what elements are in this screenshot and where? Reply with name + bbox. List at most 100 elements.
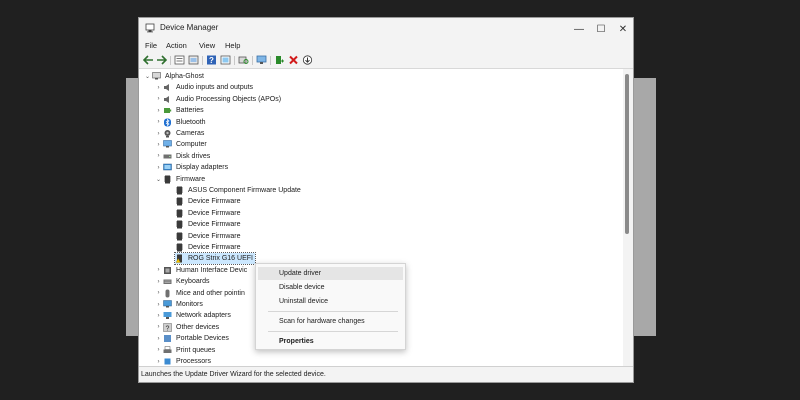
tree-item-label: Disk drives (176, 152, 211, 160)
tree-item-network[interactable]: › Network adapters (154, 310, 231, 321)
minimize-button[interactable]: — (568, 20, 590, 38)
tree-item-processors[interactable]: › Processors (154, 356, 212, 366)
tree-item-label: Monitors (176, 301, 203, 308)
tree-item-firmware-child[interactable]: Device Firmware (175, 208, 241, 219)
tree-item-selected-uefi[interactable]: ROG Strix G16 UEFI (174, 252, 256, 266)
chevron-down-icon[interactable]: ⌄ (143, 73, 152, 80)
menu-separator (268, 311, 398, 312)
properties-icon[interactable] (174, 55, 185, 65)
tree-item-other-devices[interactable]: › ? Other devices (154, 322, 219, 333)
chevron-right-icon[interactable]: › (154, 165, 163, 171)
tree-item-computer[interactable]: › Computer (154, 139, 207, 150)
firmware-chip-icon (175, 220, 184, 229)
chevron-right-icon[interactable]: › (154, 336, 163, 342)
help-icon[interactable]: ? (206, 55, 217, 65)
disable-device-menu-item[interactable]: Disable device (258, 281, 403, 294)
tree-item-bluetooth[interactable]: › Bluetooth (154, 117, 206, 128)
chevron-right-icon[interactable]: › (154, 267, 163, 273)
tree-item-firmware-child[interactable]: Device Firmware (175, 196, 241, 207)
tree-item-label: Network adapters (176, 312, 231, 320)
uninstall-icon[interactable] (288, 55, 299, 65)
chevron-right-icon[interactable]: › (154, 302, 163, 308)
tree-item-firmware-child[interactable]: Device Firmware (175, 219, 241, 230)
unknown-device-icon: ? (163, 323, 172, 332)
update-icon[interactable] (220, 55, 231, 65)
tree-item-firmware[interactable]: ⌄ Firmware (154, 174, 205, 185)
chevron-right-icon[interactable]: › (154, 153, 163, 159)
download-icon[interactable] (302, 55, 313, 65)
tree-item-label: Cameras (176, 130, 205, 137)
computer-icon (163, 140, 172, 149)
menu-action[interactable]: Action (166, 41, 187, 50)
scan-icon[interactable] (238, 55, 249, 65)
tree-item-firmware-child[interactable]: ASUS Component Firmware Update (175, 185, 301, 196)
tree-item-label: Portable Devices (176, 335, 229, 343)
tree-item-label: ROG Strix G16 UEFI (188, 255, 253, 263)
tree-item-keyboards[interactable]: › Keyboards (154, 276, 210, 287)
status-text: Launches the Update Driver Wizard for th… (141, 371, 326, 378)
forward-icon[interactable] (156, 55, 167, 65)
firmware-warning-icon (175, 254, 184, 264)
menu-file[interactable]: File (145, 41, 157, 50)
tree-item-label: Firmware (176, 175, 206, 183)
uninstall-device-menu-item[interactable]: Uninstall device (258, 295, 403, 308)
tree-item-firmware-child[interactable]: Device Firmware (175, 242, 241, 253)
tree-item-disk-drives[interactable]: › Disk drives (154, 151, 211, 162)
tree-item-portable[interactable]: › Portable Devices (154, 333, 229, 344)
tree-item-hid[interactable]: › Human Interface Devic (154, 265, 247, 276)
chevron-right-icon[interactable]: › (154, 313, 163, 319)
vertical-scrollbar[interactable] (625, 74, 629, 234)
tree-item-cameras[interactable]: › Cameras (154, 128, 204, 139)
toolbar: ? (139, 53, 633, 69)
svg-text:?: ? (166, 325, 170, 332)
close-button[interactable]: ✕ (612, 20, 634, 38)
menu-separator (268, 331, 398, 332)
toolbar-separator (252, 56, 253, 65)
chevron-down-icon[interactable]: ⌄ (154, 176, 163, 183)
tree-item-print-queues[interactable]: › Print queues (154, 345, 215, 356)
chevron-right-icon[interactable]: › (154, 108, 163, 114)
monitor-icon[interactable] (256, 55, 267, 65)
tree-item-display-adapters[interactable]: › Display adapters (154, 162, 228, 173)
tree-item-firmware-child[interactable]: Device Firmware (175, 231, 241, 242)
back-icon[interactable] (143, 55, 154, 65)
tree-root[interactable]: ⌄ Alpha-Ghost (143, 71, 204, 82)
chevron-right-icon[interactable]: › (154, 119, 163, 125)
speaker-icon (163, 83, 172, 92)
processor-icon (163, 357, 172, 366)
menu-help[interactable]: Help (225, 41, 240, 50)
tree-item-mice[interactable]: › Mice and other pointin (154, 288, 245, 299)
chevron-right-icon[interactable]: › (154, 359, 163, 365)
chevron-right-icon[interactable]: › (154, 290, 163, 296)
tree-item-audio-processing[interactable]: › Audio Processing Objects (APOs) (154, 94, 281, 105)
driver-details-icon[interactable] (188, 55, 199, 65)
toolbar-separator (234, 56, 235, 65)
chevron-right-icon[interactable]: › (154, 85, 163, 91)
firmware-chip-icon (175, 186, 184, 195)
chevron-right-icon[interactable]: › (154, 131, 163, 137)
menu-bar: File Action View Help (139, 40, 633, 53)
chevron-right-icon[interactable]: › (154, 347, 163, 353)
chevron-right-icon[interactable]: › (154, 324, 163, 330)
chevron-right-icon[interactable]: › (154, 142, 163, 148)
tree-root-label: Alpha-Ghost (165, 73, 204, 80)
maximize-button[interactable]: ☐ (590, 20, 612, 38)
add-driver-icon[interactable] (274, 55, 285, 65)
portable-device-icon (163, 334, 172, 343)
chevron-right-icon[interactable]: › (154, 96, 163, 102)
chevron-right-icon[interactable]: › (154, 279, 163, 285)
display-adapter-icon (163, 163, 172, 172)
window-title: Device Manager (160, 23, 219, 32)
firmware-chip-icon (175, 243, 184, 252)
tree-item-label: Print queues (176, 346, 216, 354)
tree-item-batteries[interactable]: › Batteries (154, 105, 204, 116)
bluetooth-icon (163, 118, 172, 127)
tree-item-monitors[interactable]: › Monitors (154, 299, 203, 310)
menu-view[interactable]: View (199, 41, 215, 50)
properties-menu-item[interactable]: Properties (258, 335, 403, 348)
scan-hardware-menu-item[interactable]: Scan for hardware changes (258, 315, 403, 328)
keyboard-icon (163, 277, 172, 286)
update-driver-menu-item[interactable]: Update driver (258, 267, 403, 280)
firmware-chip-icon (175, 209, 184, 218)
tree-item-audio-inputs[interactable]: › Audio inputs and outputs (154, 82, 253, 93)
